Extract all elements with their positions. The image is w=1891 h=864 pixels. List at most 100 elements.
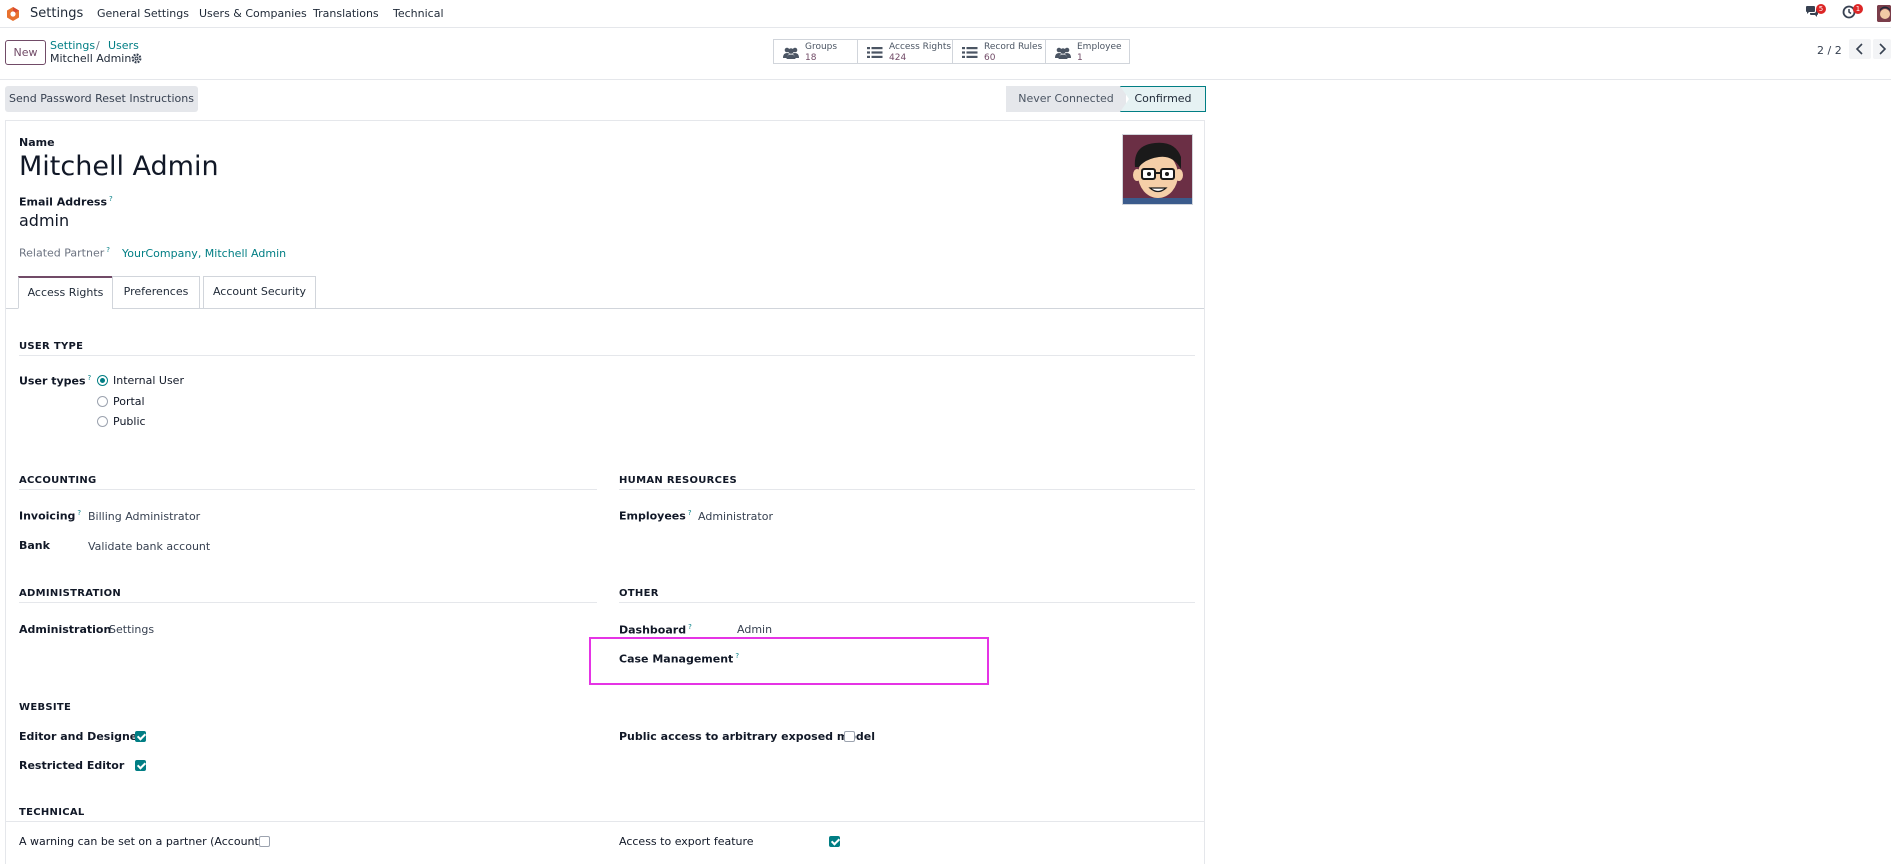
chevron-left-icon — [1855, 43, 1863, 55]
help-tooltip-icon[interactable]: ? — [688, 623, 692, 631]
pager-next-button[interactable] — [1873, 39, 1891, 59]
email-label: Email Address? — [19, 195, 113, 209]
dashboard-label: Dashboard? — [619, 623, 692, 637]
partner-warning-checkbox[interactable] — [259, 836, 270, 847]
breadcrumb-current-record: Mitchell Admin — [50, 52, 132, 65]
section-website: WEBSITE — [19, 702, 72, 713]
tab-preferences[interactable]: Preferences — [112, 276, 200, 309]
help-tooltip-icon[interactable]: ? — [77, 509, 81, 517]
activities-badge: 1 — [1853, 4, 1863, 14]
stage-confirmed[interactable]: Confirmed — [1120, 86, 1206, 112]
help-tooltip-icon[interactable]: ? — [106, 246, 110, 254]
groups-label: Groups — [805, 42, 838, 52]
section-divider — [19, 602, 597, 603]
help-tooltip-icon[interactable]: ? — [688, 509, 692, 517]
section-divider — [619, 602, 1195, 603]
menu-general-settings[interactable]: General Settings — [97, 7, 189, 20]
public-access-label: Public access to arbitrary exposed model — [619, 730, 875, 743]
avatar-face-icon — [1123, 135, 1192, 204]
dashboard-label-text: Dashboard — [619, 623, 687, 637]
partner-warning-label: A warning can be set on a partner (Accou… — [19, 835, 264, 848]
list-icon — [962, 47, 978, 58]
employee-smart-button[interactable]: Employee 1 — [1045, 39, 1130, 64]
chevron-right-icon — [1879, 43, 1887, 55]
user-avatar[interactable] — [1877, 5, 1891, 22]
administration-select[interactable]: Settings — [109, 623, 154, 636]
section-other: OTHER — [619, 588, 659, 599]
employees-select[interactable]: Administrator — [698, 510, 773, 523]
employees-label-text: Employees — [619, 509, 686, 523]
smart-buttons: Groups 18 Access Rights 424 Record Rules… — [773, 39, 1130, 64]
breadcrumb-separator: / — [96, 39, 100, 52]
email-label-text: Email Address — [19, 195, 108, 209]
invoicing-label: Invoicing? — [19, 509, 81, 523]
help-tooltip-icon[interactable]: ? — [88, 374, 92, 382]
related-partner-link[interactable]: YourCompany, Mitchell Admin — [122, 247, 286, 260]
bank-label: Bank — [19, 539, 50, 552]
restricted-editor-checkbox[interactable] — [135, 760, 146, 771]
public-access-checkbox[interactable] — [844, 731, 855, 742]
new-button[interactable]: New — [5, 40, 46, 65]
help-tooltip-icon[interactable]: ? — [109, 195, 113, 203]
section-administration: ADMINISTRATION — [19, 588, 122, 599]
gear-icon[interactable] — [131, 53, 142, 64]
breadcrumb-users[interactable]: Users — [108, 39, 139, 52]
record-rules-smart-button[interactable]: Record Rules 60 — [952, 39, 1046, 64]
highlight-box — [589, 637, 989, 685]
section-divider — [19, 355, 1195, 356]
radio-public[interactable] — [97, 416, 108, 427]
access-rights-label: Access Rights — [889, 42, 952, 52]
groups-count: 18 — [805, 53, 817, 63]
activities-button[interactable]: 1 — [1842, 4, 1863, 25]
radio-internal-user-label[interactable]: Internal User — [113, 374, 184, 387]
control-panel: New Settings / Users Mitchell Admin Grou… — [0, 28, 1891, 80]
related-partner-label-text: Related Partner — [19, 246, 105, 260]
export-feature-checkbox[interactable] — [829, 836, 840, 847]
breadcrumb-settings[interactable]: Settings — [50, 39, 95, 52]
stage-never-connected[interactable]: Never Connected — [1006, 86, 1126, 112]
invoicing-label-text: Invoicing — [19, 509, 76, 523]
tab-account-security[interactable]: Account Security — [203, 276, 316, 309]
user-types-label-text: User types — [19, 374, 86, 388]
radio-public-label[interactable]: Public — [113, 415, 146, 428]
section-user-type: USER TYPE — [19, 341, 84, 352]
app-name[interactable]: Settings — [30, 6, 83, 21]
email-field[interactable]: admin — [19, 211, 69, 230]
send-password-reset-button[interactable]: Send Password Reset Instructions — [5, 86, 198, 112]
menu-translations[interactable]: Translations — [313, 7, 379, 20]
radio-internal-user[interactable] — [97, 375, 108, 386]
tab-access-rights[interactable]: Access Rights — [18, 276, 113, 309]
access-rights-count: 424 — [889, 53, 907, 63]
section-divider — [19, 489, 597, 490]
pager-value[interactable]: 2 / 2 — [1817, 44, 1842, 57]
radio-portal-label[interactable]: Portal — [113, 395, 145, 408]
dashboard-select[interactable]: Admin — [737, 623, 772, 636]
users-icon — [783, 47, 799, 59]
employee-count: 1 — [1077, 53, 1083, 63]
app-logo-icon[interactable] — [5, 6, 21, 22]
invoicing-select[interactable]: Billing Administrator — [88, 510, 200, 523]
menu-technical[interactable]: Technical — [393, 7, 444, 20]
administration-label: Administration — [19, 623, 112, 636]
section-technical: TECHNICAL — [19, 807, 85, 818]
users-icon — [1055, 47, 1071, 59]
bank-select[interactable]: Validate bank account — [88, 540, 210, 553]
record-rules-label: Record Rules — [984, 42, 1043, 52]
pager-previous-button[interactable] — [1849, 39, 1871, 59]
messages-badge: 5 — [1816, 4, 1826, 14]
groups-smart-button[interactable]: Groups 18 — [773, 39, 858, 64]
name-field[interactable]: Mitchell Admin — [19, 151, 219, 182]
menu-users-companies[interactable]: Users & Companies — [199, 7, 307, 20]
status-header: Send Password Reset Instructions Never C… — [0, 86, 1210, 112]
access-rights-smart-button[interactable]: Access Rights 424 — [857, 39, 953, 64]
editor-designer-checkbox[interactable] — [135, 731, 146, 742]
messages-button[interactable]: 5 — [1805, 4, 1826, 25]
avatar-face-icon — [1877, 5, 1891, 22]
notebook-tabs: Access Rights Preferences Account Securi… — [6, 276, 1204, 309]
radio-portal[interactable] — [97, 396, 108, 407]
record-rules-count: 60 — [984, 53, 996, 63]
section-divider — [5, 821, 1205, 822]
user-photo[interactable] — [1122, 134, 1193, 205]
restricted-editor-label: Restricted Editor — [19, 759, 125, 772]
list-icon — [867, 47, 883, 58]
